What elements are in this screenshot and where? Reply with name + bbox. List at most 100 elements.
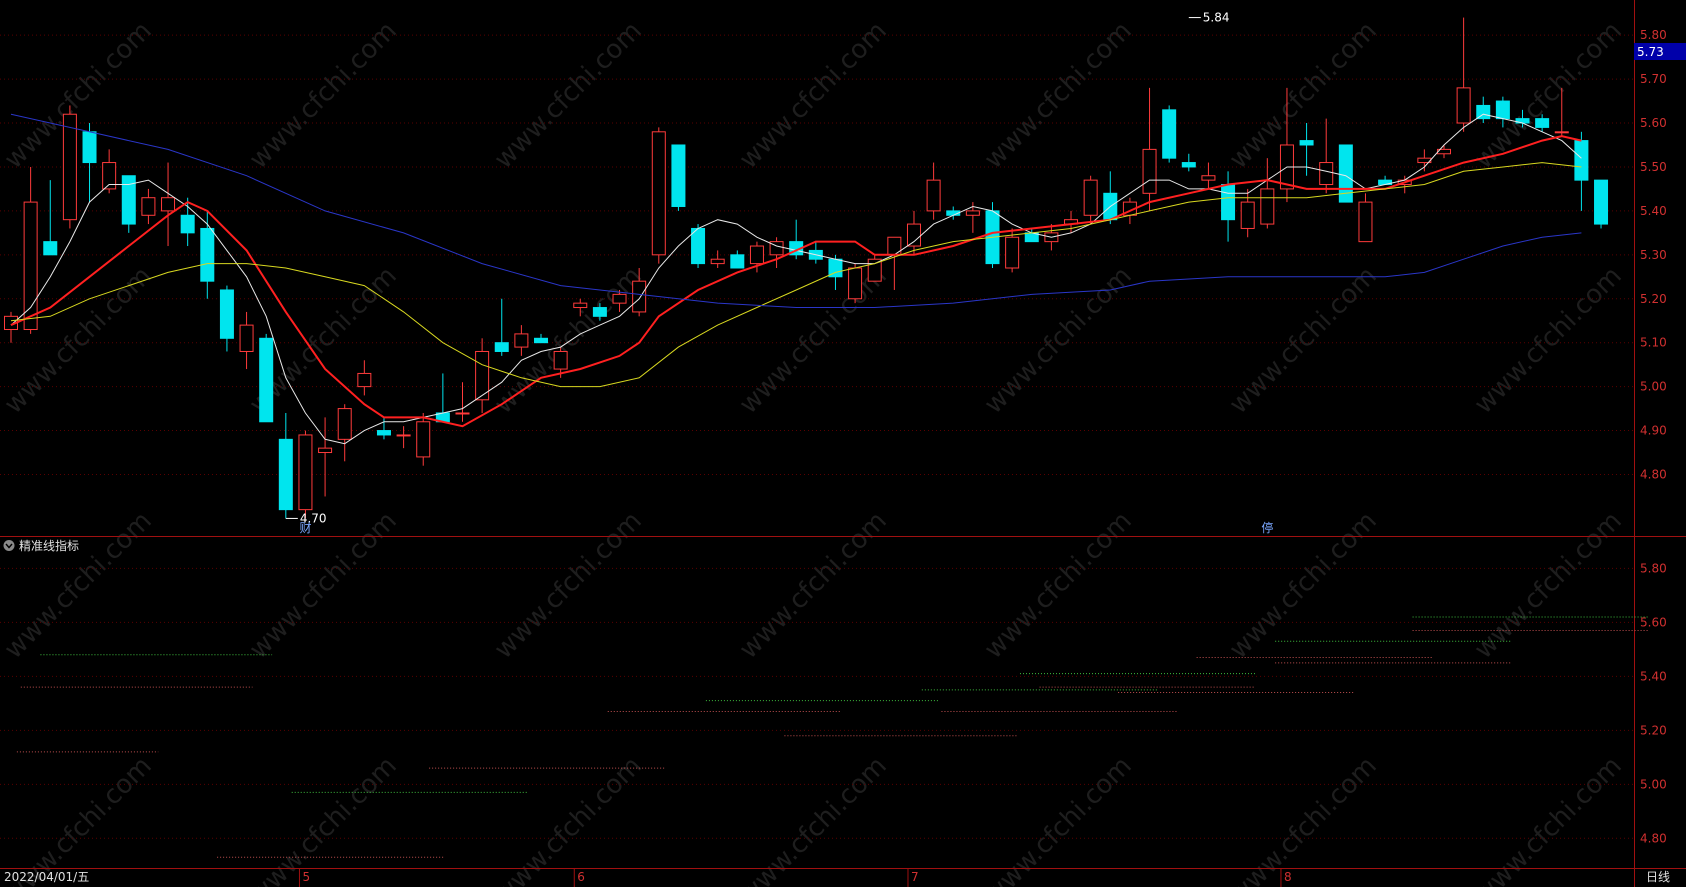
watermark-text: www.cfchi.com [979, 16, 1138, 175]
price-tick-label: 5.80 [1640, 28, 1667, 42]
price-tick-label: 4.90 [1640, 424, 1667, 438]
candle[interactable] [494, 298, 509, 356]
candle[interactable] [455, 382, 470, 422]
candle-body [1221, 184, 1236, 221]
candle[interactable] [1476, 96, 1491, 124]
month-label: 7 [911, 870, 919, 884]
candle[interactable] [1064, 210, 1079, 233]
stock-chart[interactable]: www.cfchi.com www.cfchi.com www.cfchi.com w… [0, 0, 1686, 887]
candle[interactable] [239, 311, 254, 370]
watermark-text: www.cfchi.com [1224, 506, 1383, 665]
candle[interactable] [376, 417, 391, 440]
candle-body [1142, 148, 1157, 194]
candle-body [612, 293, 627, 304]
candle[interactable] [278, 412, 293, 519]
candle-body [671, 144, 686, 207]
candle[interactable] [475, 338, 490, 413]
candle-body [23, 201, 38, 331]
candle[interactable] [808, 241, 823, 264]
candle[interactable] [141, 188, 156, 225]
candle[interactable] [102, 149, 117, 194]
candle[interactable] [1417, 149, 1432, 172]
candle-body [337, 408, 352, 440]
candle[interactable] [1594, 179, 1609, 229]
candle[interactable] [710, 250, 725, 268]
watermark-text: www.cfchi.com [979, 261, 1138, 420]
candle[interactable] [318, 417, 333, 497]
candle-body [1535, 118, 1550, 128]
candle[interactable] [1319, 118, 1334, 194]
indicator-tick-label: 5.40 [1640, 669, 1667, 683]
watermark-text: www.cfchi.com [1469, 751, 1628, 887]
candle[interactable] [1436, 144, 1451, 159]
candle[interactable] [769, 237, 784, 268]
candle[interactable] [298, 430, 313, 519]
candle[interactable] [161, 162, 176, 247]
watermark-text: www.cfchi.com [1469, 261, 1628, 420]
marker-text: 5.84 [1203, 11, 1230, 25]
candle[interactable] [62, 105, 77, 229]
watermark-text: www.cfchi.com [1224, 751, 1383, 887]
candle[interactable] [4, 311, 18, 343]
candle[interactable] [730, 250, 745, 269]
candle[interactable] [416, 412, 431, 466]
candle[interactable] [1142, 87, 1157, 211]
candle[interactable] [337, 404, 352, 462]
candle[interactable] [1260, 158, 1275, 229]
month-label: 8 [1284, 870, 1292, 884]
candle[interactable] [534, 333, 549, 344]
watermark-text: www.cfchi.com [489, 506, 648, 665]
candle-body [298, 434, 313, 511]
candle-body [318, 447, 333, 454]
candle[interactable] [1221, 171, 1236, 242]
period-label[interactable]: 日线 [1646, 870, 1670, 884]
candle[interactable] [1083, 175, 1098, 225]
month-label: 6 [577, 870, 585, 884]
price-tick-label: 5.30 [1640, 248, 1667, 262]
candle[interactable] [906, 210, 921, 255]
indicator-tick-label: 5.60 [1640, 615, 1667, 629]
candle[interactable] [1240, 188, 1255, 238]
start-date-label: 2022/04/01/五 [4, 870, 89, 884]
candle[interactable] [651, 127, 666, 264]
candle-body [573, 302, 588, 309]
candle[interactable] [43, 180, 58, 256]
candle[interactable] [219, 285, 234, 352]
event-marker[interactable]: 停 [1261, 520, 1273, 535]
candle-body [180, 214, 195, 234]
candle[interactable] [1574, 131, 1589, 211]
candle-body [1319, 162, 1334, 186]
high-price-marker: 5.84 [1188, 11, 1230, 25]
event-marker[interactable]: 财 [299, 521, 311, 535]
candle[interactable] [259, 333, 274, 423]
candle-body [710, 258, 725, 265]
candle-body [906, 223, 921, 247]
collapse-icon[interactable] [3, 540, 15, 551]
price-tick-label: 5.20 [1640, 292, 1667, 306]
candle[interactable] [1358, 193, 1373, 243]
candle-body [553, 350, 568, 370]
candle-body [1260, 188, 1275, 225]
price-tick-label: 5.70 [1640, 72, 1667, 86]
candle-body [1181, 162, 1196, 168]
candle[interactable] [671, 144, 686, 211]
candle[interactable] [867, 254, 882, 282]
candle[interactable] [926, 162, 941, 220]
price-tick-label: 5.10 [1640, 336, 1667, 350]
candle-body [691, 227, 706, 265]
candle[interactable] [1162, 105, 1177, 163]
candle-body [1594, 179, 1609, 225]
candle-body [62, 113, 77, 221]
candle[interactable] [1103, 171, 1118, 225]
lower-panel-header[interactable]: 精准线指标 [3, 538, 80, 553]
candle[interactable] [514, 325, 529, 356]
candle[interactable] [1181, 153, 1196, 172]
candle[interactable] [82, 123, 97, 203]
candle[interactable] [23, 166, 38, 334]
watermark-text: www.cfchi.com [1469, 16, 1628, 175]
candle[interactable] [848, 263, 863, 304]
candle[interactable] [691, 224, 706, 268]
candle[interactable] [396, 426, 411, 449]
candle[interactable] [357, 360, 372, 396]
candle-body [1162, 109, 1177, 159]
